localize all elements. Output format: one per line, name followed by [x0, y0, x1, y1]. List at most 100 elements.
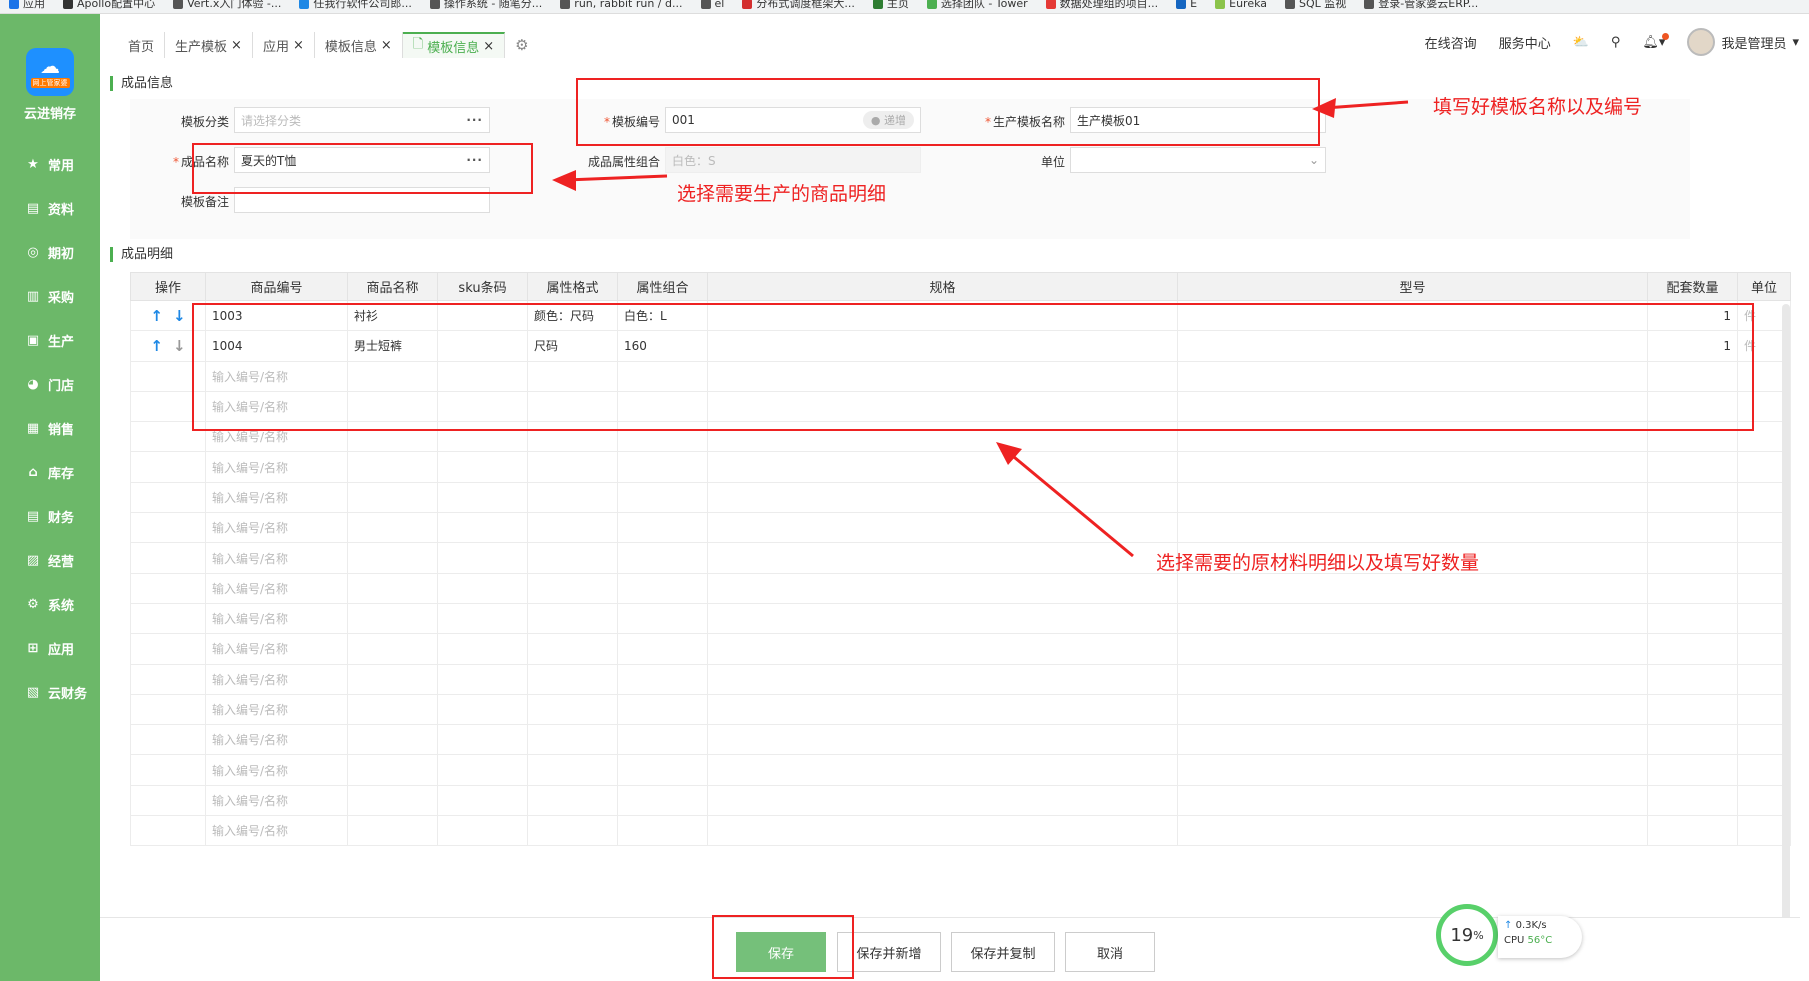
- table-cell[interactable]: [1177, 390, 1648, 423]
- table-cell[interactable]: [347, 784, 438, 817]
- table-cell[interactable]: [617, 512, 708, 544]
- attr-format-cell[interactable]: 尺码: [527, 330, 618, 362]
- table-cell[interactable]: [437, 360, 528, 392]
- table-cell[interactable]: [347, 663, 438, 695]
- table-cell[interactable]: [527, 572, 618, 604]
- sidebar-item[interactable]: ◕ 门店: [0, 362, 100, 406]
- table-cell[interactable]: [1647, 542, 1738, 574]
- table-cell[interactable]: [1177, 663, 1648, 695]
- table-cell[interactable]: [347, 633, 438, 665]
- table-cell[interactable]: [527, 451, 618, 483]
- table-cell[interactable]: [707, 633, 1178, 665]
- table-cell[interactable]: [617, 754, 708, 786]
- table-cell[interactable]: [1177, 602, 1648, 635]
- product-search-input[interactable]: 输入编号/名称: [205, 633, 348, 665]
- sidebar-item[interactable]: ★ 常用: [0, 142, 100, 186]
- table-cell[interactable]: [1647, 633, 1738, 665]
- bookmark-item[interactable]: 数据处理组的项目...: [1037, 0, 1168, 11]
- table-cell[interactable]: [1177, 693, 1648, 726]
- product-search-input[interactable]: 输入编号/名称: [205, 451, 348, 483]
- table-cell[interactable]: [527, 784, 618, 817]
- product-search-input[interactable]: 输入编号/名称: [205, 815, 348, 847]
- table-cell[interactable]: [437, 693, 528, 726]
- table-cell[interactable]: [1647, 451, 1738, 483]
- table-cell[interactable]: [707, 390, 1178, 423]
- table-cell[interactable]: [1177, 724, 1648, 756]
- attr-combo-cell[interactable]: 160: [617, 330, 708, 362]
- sidebar-item[interactable]: ⌂ 库存: [0, 450, 100, 494]
- table-cell[interactable]: [437, 663, 528, 695]
- table-cell[interactable]: [437, 421, 528, 453]
- system-monitor-widget[interactable]: 19% ↑ 0.3K/s CPU 56°C: [1436, 904, 1584, 966]
- save-and-copy-button[interactable]: 保存并复制: [951, 932, 1055, 972]
- table-cell[interactable]: [707, 663, 1178, 695]
- table-cell[interactable]: [1647, 815, 1738, 847]
- table-cell[interactable]: [1177, 784, 1648, 817]
- tab[interactable]: 应用 ×: [253, 32, 315, 58]
- table-cell[interactable]: [347, 451, 438, 483]
- table-cell[interactable]: [347, 754, 438, 786]
- vertical-scrollbar[interactable]: [1782, 304, 1790, 924]
- table-cell[interactable]: [707, 602, 1178, 635]
- bookmark-item[interactable]: Vert.x入门体验 -...: [164, 0, 290, 11]
- table-cell[interactable]: [1647, 602, 1738, 635]
- move-down-icon[interactable]: ↓: [173, 307, 186, 325]
- product-search-input[interactable]: 输入编号/名称: [205, 724, 348, 756]
- product-search-input[interactable]: 输入编号/名称: [205, 390, 348, 423]
- table-cell[interactable]: [347, 360, 438, 392]
- product-code-cell[interactable]: 1003: [205, 299, 348, 332]
- close-icon[interactable]: ×: [483, 39, 494, 54]
- close-icon[interactable]: ×: [381, 38, 392, 53]
- table-cell[interactable]: [437, 784, 528, 817]
- table-cell[interactable]: [1647, 481, 1738, 514]
- model-cell[interactable]: [1177, 299, 1648, 332]
- table-cell[interactable]: [527, 663, 618, 695]
- table-cell[interactable]: [527, 693, 618, 726]
- close-icon[interactable]: ×: [293, 38, 304, 53]
- online-consult-link[interactable]: 在线咨询: [1425, 33, 1477, 52]
- table-cell[interactable]: [1647, 512, 1738, 544]
- bookmark-item[interactable]: 任我行软件公司郎...: [290, 0, 421, 11]
- table-cell[interactable]: [437, 815, 528, 847]
- table-cell[interactable]: [1177, 815, 1648, 847]
- table-cell[interactable]: [617, 390, 708, 423]
- cloud-download-icon[interactable]: ⛅: [1573, 35, 1589, 50]
- product-search-input[interactable]: 输入编号/名称: [205, 572, 348, 604]
- table-cell[interactable]: [1177, 512, 1648, 544]
- table-cell[interactable]: [527, 542, 618, 574]
- sidebar-item[interactable]: ▦ 销售: [0, 406, 100, 450]
- table-cell[interactable]: [1647, 693, 1738, 726]
- table-cell[interactable]: [437, 572, 528, 604]
- product-search-input[interactable]: 输入编号/名称: [205, 784, 348, 817]
- search-icon[interactable]: ⚲: [1611, 35, 1621, 50]
- product-name-field[interactable]: 夏天的T恤 ···: [234, 147, 490, 173]
- attr-combo-cell[interactable]: 白色：L: [617, 299, 708, 332]
- product-search-input[interactable]: 输入编号/名称: [205, 360, 348, 392]
- table-cell[interactable]: [527, 390, 618, 423]
- sidebar-item[interactable]: ▤ 财务: [0, 494, 100, 538]
- more-icon[interactable]: ···: [466, 153, 483, 167]
- bookmark-item[interactable]: Apollo配置中心: [54, 0, 164, 11]
- bookmark-item[interactable]: SQL 监视: [1276, 0, 1355, 11]
- table-cell[interactable]: [617, 360, 708, 392]
- table-cell[interactable]: [1647, 784, 1738, 817]
- table-cell[interactable]: [617, 693, 708, 726]
- table-cell[interactable]: [437, 481, 528, 514]
- bookmark-item[interactable]: 选择团队 - Tower: [918, 0, 1037, 11]
- table-cell[interactable]: [1647, 663, 1738, 695]
- table-cell[interactable]: [707, 451, 1178, 483]
- bookmark-item[interactable]: E: [1167, 0, 1206, 11]
- table-cell[interactable]: [1177, 421, 1648, 453]
- table-cell[interactable]: [707, 542, 1178, 574]
- product-name-cell[interactable]: 衬衫: [347, 299, 438, 332]
- table-cell[interactable]: [347, 390, 438, 423]
- table-cell[interactable]: [1647, 390, 1738, 423]
- table-cell[interactable]: [1177, 451, 1648, 483]
- template-code-input[interactable]: 001 ● 递增: [665, 107, 921, 133]
- user-menu[interactable]: 我是管理员 ▾: [1687, 28, 1799, 56]
- quantity-cell[interactable]: 1: [1647, 299, 1738, 332]
- table-cell[interactable]: [1177, 481, 1648, 514]
- more-icon[interactable]: ···: [466, 113, 483, 127]
- table-cell[interactable]: [617, 542, 708, 574]
- product-name-cell[interactable]: 男士短裤: [347, 330, 438, 362]
